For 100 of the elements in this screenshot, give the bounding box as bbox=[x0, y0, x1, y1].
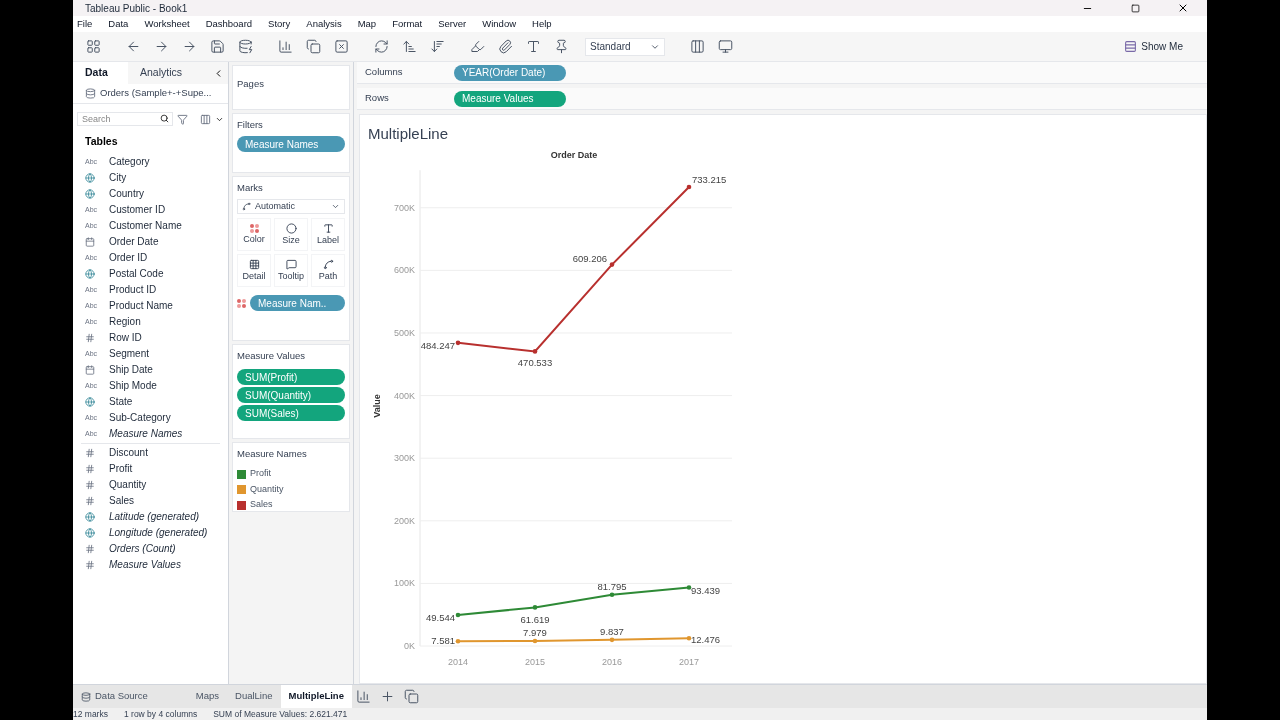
field-item[interactable]: Product ID bbox=[109, 282, 157, 298]
field-item[interactable]: Measure Values bbox=[109, 557, 181, 573]
field-item[interactable]: Sales bbox=[109, 493, 134, 509]
data-label: 484.247 bbox=[420, 339, 455, 351]
card-title: Marks bbox=[237, 181, 264, 195]
data-point bbox=[455, 638, 461, 644]
card-title: Measure Values bbox=[237, 349, 306, 363]
status-text: 12 marks bbox=[73, 707, 108, 720]
data-point bbox=[609, 261, 615, 267]
menu-item[interactable]: Worksheet bbox=[144, 16, 190, 32]
menu-item[interactable]: Server bbox=[438, 16, 467, 32]
shelf-label: Rows bbox=[364, 91, 390, 106]
menu-item[interactable]: Window bbox=[482, 16, 517, 32]
field-item[interactable]: Category bbox=[109, 154, 150, 170]
hash-icon bbox=[85, 447, 95, 458]
sheet-tab[interactable]: Maps bbox=[187, 685, 228, 708]
tick-label: 2015 bbox=[525, 656, 545, 667]
color-dots-icon bbox=[249, 223, 259, 233]
mark-button[interactable]: Label bbox=[311, 218, 345, 252]
tick-label: 2016 bbox=[602, 656, 622, 667]
field-item[interactable]: Product Name bbox=[109, 298, 173, 314]
field-item[interactable]: State bbox=[109, 394, 133, 410]
tick-label: 200K bbox=[393, 515, 415, 526]
field-item[interactable]: Customer Name bbox=[109, 218, 182, 234]
field-item[interactable]: City bbox=[109, 170, 127, 186]
mark-button[interactable]: Tooltip bbox=[274, 254, 308, 288]
field-item[interactable]: Latitude (generated) bbox=[109, 509, 200, 525]
menu-item[interactable]: Help bbox=[532, 16, 552, 32]
database-icon bbox=[81, 691, 91, 702]
mark-type-dropdown[interactable]: Automatic bbox=[237, 199, 345, 215]
field-item[interactable]: Discount bbox=[109, 445, 148, 461]
sheet-tab[interactable]: DualLine bbox=[227, 685, 281, 708]
menu-item[interactable]: Story bbox=[268, 16, 291, 32]
field-item[interactable]: Orders (Count) bbox=[109, 541, 176, 557]
menu-item[interactable]: File bbox=[77, 16, 93, 32]
menu-item[interactable]: Map bbox=[357, 16, 377, 32]
menu-item[interactable]: Data bbox=[108, 16, 129, 32]
field-item[interactable]: Quantity bbox=[109, 477, 147, 493]
data-label: 61.619 bbox=[520, 613, 550, 625]
field-item[interactable]: Customer ID bbox=[109, 202, 166, 218]
pane-tab[interactable]: Analytics bbox=[128, 62, 194, 84]
menu-item[interactable]: Dashboard bbox=[205, 16, 253, 32]
menu-item[interactable]: Analysis bbox=[306, 16, 342, 32]
dots-icon bbox=[248, 258, 260, 270]
globe-icon bbox=[85, 172, 95, 183]
globe-icon bbox=[85, 511, 95, 522]
tick-label: 700K bbox=[393, 202, 415, 213]
globe-icon bbox=[85, 268, 95, 279]
tick-label: 600K bbox=[393, 264, 415, 275]
field-item[interactable]: Ship Date bbox=[109, 362, 153, 378]
field-item[interactable]: Row ID bbox=[109, 330, 142, 346]
data-source-name[interactable]: Orders (Sample+-+Supe... bbox=[100, 86, 212, 101]
section-title: Tables bbox=[84, 134, 119, 149]
field-item[interactable]: Order Date bbox=[109, 234, 159, 250]
data-label: 470.533 bbox=[517, 356, 553, 368]
data-label: 93.439 bbox=[691, 584, 721, 595]
data-point bbox=[455, 340, 461, 345]
field-item[interactable]: Longitude (generated) bbox=[109, 525, 208, 541]
pane-tab[interactable]: Data bbox=[73, 62, 128, 84]
field-item[interactable]: Postal Code bbox=[109, 266, 164, 282]
shelf-label: Columns bbox=[364, 65, 404, 80]
calendar-icon bbox=[85, 236, 95, 247]
search-field[interactable]: Search bbox=[77, 112, 173, 126]
filter-icon[interactable] bbox=[177, 113, 188, 125]
sheet-tab[interactable]: MultipleLine bbox=[280, 685, 352, 708]
legend-label: Quantity bbox=[250, 482, 284, 496]
hash-icon bbox=[85, 495, 95, 506]
sheet-tab[interactable]: Data Source bbox=[73, 685, 188, 708]
tick-label: 300K bbox=[393, 452, 415, 463]
data-label: 81.795 bbox=[597, 580, 627, 592]
data-label: 12.476 bbox=[691, 633, 721, 645]
field-item[interactable]: Country bbox=[109, 186, 144, 202]
data-source-icon bbox=[85, 88, 96, 99]
field-item[interactable]: Order ID bbox=[109, 250, 148, 266]
fit-dropdown[interactable]: Standard bbox=[585, 37, 665, 56]
field-item[interactable]: Sub-Category bbox=[109, 410, 171, 426]
hash-icon bbox=[85, 332, 95, 343]
mark-button[interactable]: Size bbox=[274, 218, 308, 252]
view-options-icon[interactable] bbox=[200, 113, 211, 125]
tick-label: 2014 bbox=[448, 656, 468, 667]
data-label: 7.979 bbox=[523, 626, 547, 638]
field-item[interactable]: Measure Names bbox=[109, 426, 183, 442]
menu-item[interactable]: Format bbox=[392, 16, 423, 32]
mark-button[interactable]: Color bbox=[237, 218, 271, 252]
data-point bbox=[609, 637, 615, 642]
field-item[interactable]: Segment bbox=[109, 346, 150, 362]
mark-button[interactable]: Detail bbox=[237, 254, 271, 288]
data-label: 7.581 bbox=[431, 634, 455, 646]
show-me-button[interactable]: Show Me bbox=[1124, 39, 1183, 54]
calendar-icon bbox=[85, 364, 95, 375]
window-title: Tableau Public - Book1 bbox=[85, 1, 189, 16]
tick-label: 0K bbox=[404, 640, 415, 651]
mark-button[interactable]: Path bbox=[311, 254, 345, 288]
hash-icon bbox=[85, 543, 95, 554]
status-text: SUM of Measure Values: 2.621.471 bbox=[213, 707, 348, 720]
bars-icon bbox=[1124, 40, 1138, 53]
field-item[interactable]: Region bbox=[109, 314, 141, 330]
field-item[interactable]: Profit bbox=[109, 461, 133, 477]
data-point bbox=[686, 184, 692, 189]
field-item[interactable]: Ship Mode bbox=[109, 378, 157, 394]
